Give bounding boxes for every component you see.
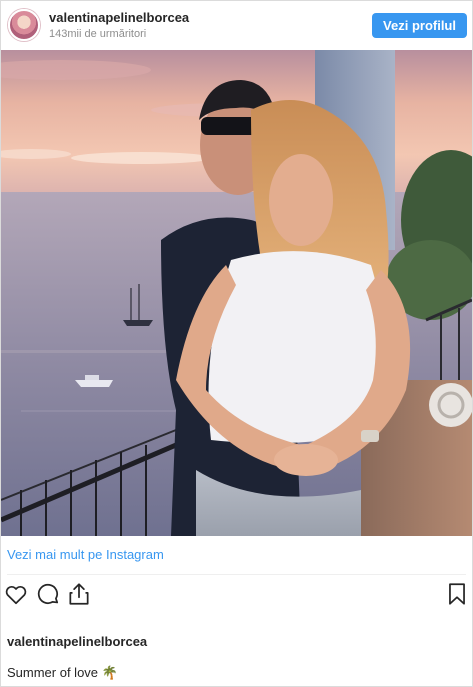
action-bar [1,579,472,609]
follower-count: 143mii de urmăritori [49,28,147,40]
caption-text: Summer of love 🌴 [7,665,118,680]
bookmark-icon[interactable] [444,581,470,607]
comment-icon[interactable] [35,581,61,607]
post-header: valentinapelinelborcea 143mii de urmărit… [1,1,472,50]
view-profile-button[interactable]: Vezi profilul [372,13,467,38]
instagram-embed-card: valentinapelinelborcea 143mii de urmărit… [0,0,473,687]
heart-icon[interactable] [3,581,29,607]
avatar[interactable] [8,9,40,41]
view-more-on-instagram-link[interactable]: Vezi mai mult pe Instagram [7,547,164,562]
caption-username[interactable]: valentinapelinelborcea [7,634,147,649]
username[interactable]: valentinapelinelborcea [49,10,189,26]
post-photo[interactable] [1,50,472,536]
share-icon[interactable] [66,581,92,607]
divider [7,574,466,575]
user-block: valentinapelinelborcea 143mii de urmărit… [49,10,189,41]
